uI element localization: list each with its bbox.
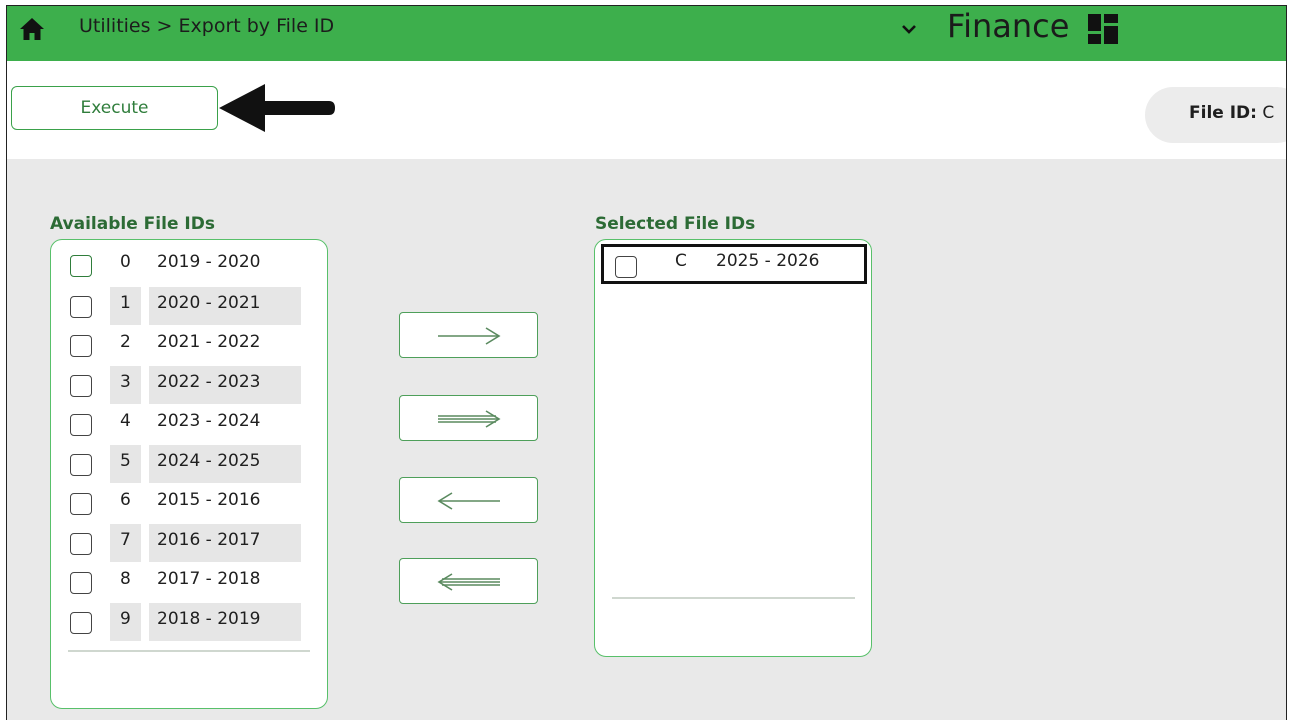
toolbar: Execute File ID: C [7,61,1286,159]
file-id: C [675,251,687,271]
school-year: 2016 - 2017 [157,530,261,550]
move-right-icon [438,327,501,345]
school-year: 2023 - 2024 [157,411,261,431]
selected-list[interactable]: C 2025 - 2026 [594,239,872,657]
school-year: 2022 - 2023 [157,372,261,392]
move-all-left-button[interactable] [399,558,538,604]
file-id: 8 [120,569,131,589]
school-year: 2020 - 2021 [157,293,261,313]
school-year: 2021 - 2022 [157,332,261,352]
checkbox[interactable] [70,493,92,515]
school-year: 2015 - 2016 [157,490,261,510]
file-id-label: File ID: [1189,103,1257,123]
file-id-indicator: File ID: C [1145,87,1286,143]
checkbox[interactable] [70,255,92,277]
file-id: 4 [120,411,131,431]
checkbox[interactable] [70,454,92,476]
dashboard-grid-icon[interactable] [1087,13,1119,45]
school-year: 2017 - 2018 [157,569,261,589]
execute-button[interactable]: Execute [11,86,218,130]
move-all-right-icon [438,410,501,428]
school-year: 2024 - 2025 [157,451,261,471]
list-divider [612,597,855,599]
checkbox[interactable] [70,335,92,357]
top-bar: Utilities > Export by File ID Finance [7,6,1286,61]
move-left-icon [437,492,500,510]
home-icon[interactable] [19,16,45,42]
chevron-down-icon[interactable] [900,20,918,38]
file-id: 0 [120,252,131,272]
file-id: 3 [120,372,131,392]
school-year: 2025 - 2026 [716,251,820,271]
checkbox[interactable] [70,296,92,318]
school-year: 2018 - 2019 [157,609,261,629]
move-all-right-button[interactable] [399,395,538,441]
available-list[interactable]: 0 2019 - 2020 1 2020 - 2021 2 2021 - 202… [50,239,328,709]
list-item[interactable]: 6 2015 - 2016 [63,484,313,522]
checkbox[interactable] [70,414,92,436]
move-all-left-icon [437,573,500,591]
list-item[interactable]: 7 2016 - 2017 [63,524,313,562]
list-item[interactable]: 2 2021 - 2022 [63,326,313,364]
breadcrumb: Utilities > Export by File ID [79,15,335,37]
file-id: 2 [120,332,131,352]
app-frame: Utilities > Export by File ID Finance Ex… [6,5,1287,720]
checkbox[interactable] [70,572,92,594]
checkbox[interactable] [70,612,92,634]
list-item[interactable]: C 2025 - 2026 [601,244,867,284]
file-id-value: C [1262,103,1275,123]
list-item[interactable]: 4 2023 - 2024 [63,405,313,443]
checkbox[interactable] [615,256,637,278]
move-selected-left-button[interactable] [399,477,538,523]
file-id: 6 [120,490,131,510]
checkbox[interactable] [70,533,92,555]
file-id: 1 [120,293,131,313]
list-item[interactable]: 8 2017 - 2018 [63,563,313,601]
list-item[interactable]: 3 2022 - 2023 [63,366,313,404]
file-id: 9 [120,609,131,629]
list-divider [68,650,310,652]
list-item[interactable]: 0 2019 - 2020 [63,246,313,284]
file-id: 5 [120,451,131,471]
callout-arrow-icon [219,84,335,132]
checkbox[interactable] [70,375,92,397]
school-year: 2019 - 2020 [157,252,261,272]
list-item[interactable]: 1 2020 - 2021 [63,287,313,325]
move-selected-right-button[interactable] [399,312,538,358]
app-title: Finance [947,7,1070,45]
list-item[interactable]: 9 2018 - 2019 [63,603,313,641]
file-id: 7 [120,530,131,550]
list-item[interactable]: 5 2024 - 2025 [63,445,313,483]
selected-list-title: Selected File IDs [595,214,756,234]
available-list-title: Available File IDs [50,214,215,234]
content-area: Available File IDs 0 2019 - 2020 1 2020 … [7,159,1286,720]
